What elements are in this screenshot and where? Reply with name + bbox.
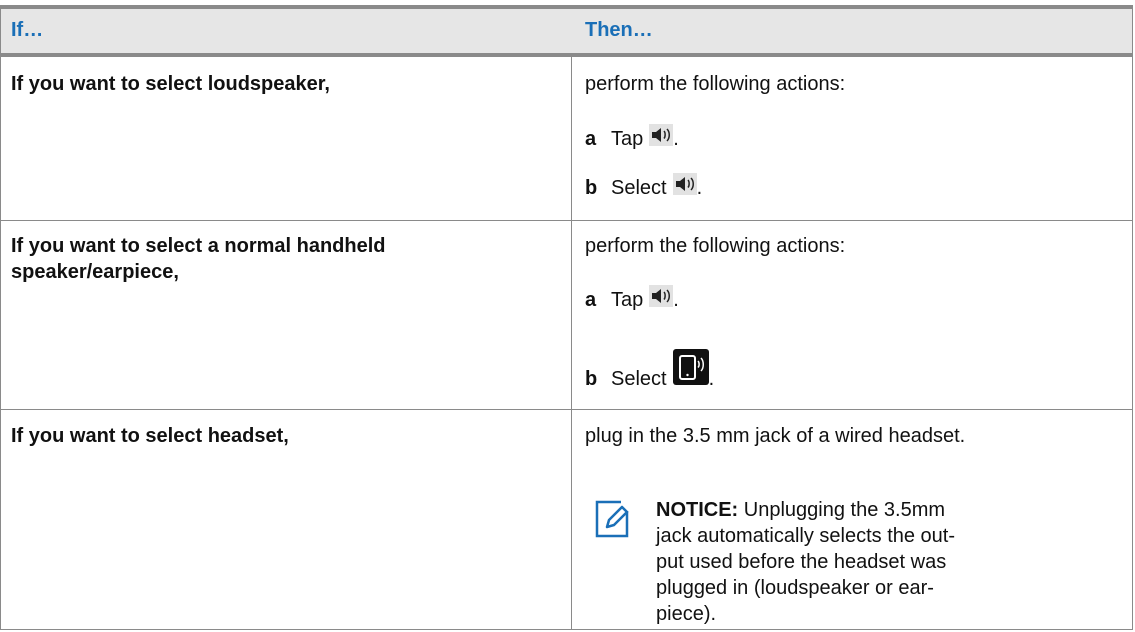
step-letter: a [585,128,597,150]
notice-text: NOTICE: Unplugging the 3.5mm jack automa… [656,497,956,627]
phone-earpiece-icon [672,349,709,385]
column-divider [571,57,572,629]
table-header: If… Then… [1,9,1132,57]
procedure-table: If… Then… If you want to select loudspea… [0,5,1133,630]
step-text: Tap [611,289,644,311]
step-letter: a [585,289,597,311]
notice-label: NOTICE: [656,499,739,521]
row-divider [1,409,1132,410]
step-item: b Select . [585,349,714,397]
step-text: Select [611,177,667,199]
step-letter: b [585,177,598,199]
speaker-icon [649,124,674,146]
condition-headset: If you want to select headset, [11,425,289,447]
step-item: a Tap . [585,124,679,152]
row-intro: plug in the 3.5 mm jack of a wired heads… [585,425,966,447]
speaker-icon [649,285,674,307]
step-text: Tap [611,128,644,150]
speaker-icon [672,173,697,195]
step-item: b Select . [585,173,702,201]
row-divider [1,220,1132,221]
condition-earpiece: If you want to select a normal handheld … [11,235,386,283]
pencil-note-icon [593,499,633,544]
step-item: a Tap . [585,285,679,313]
header-then: Then… [585,19,653,41]
condition-loudspeaker: If you want to select loudspeaker, [11,73,330,95]
row-intro: perform the following actions: [585,235,846,257]
header-if: If… [11,19,44,41]
step-text: Select [611,368,667,390]
step-letter: b [585,368,598,390]
row-intro: perform the following actions: [585,73,846,95]
